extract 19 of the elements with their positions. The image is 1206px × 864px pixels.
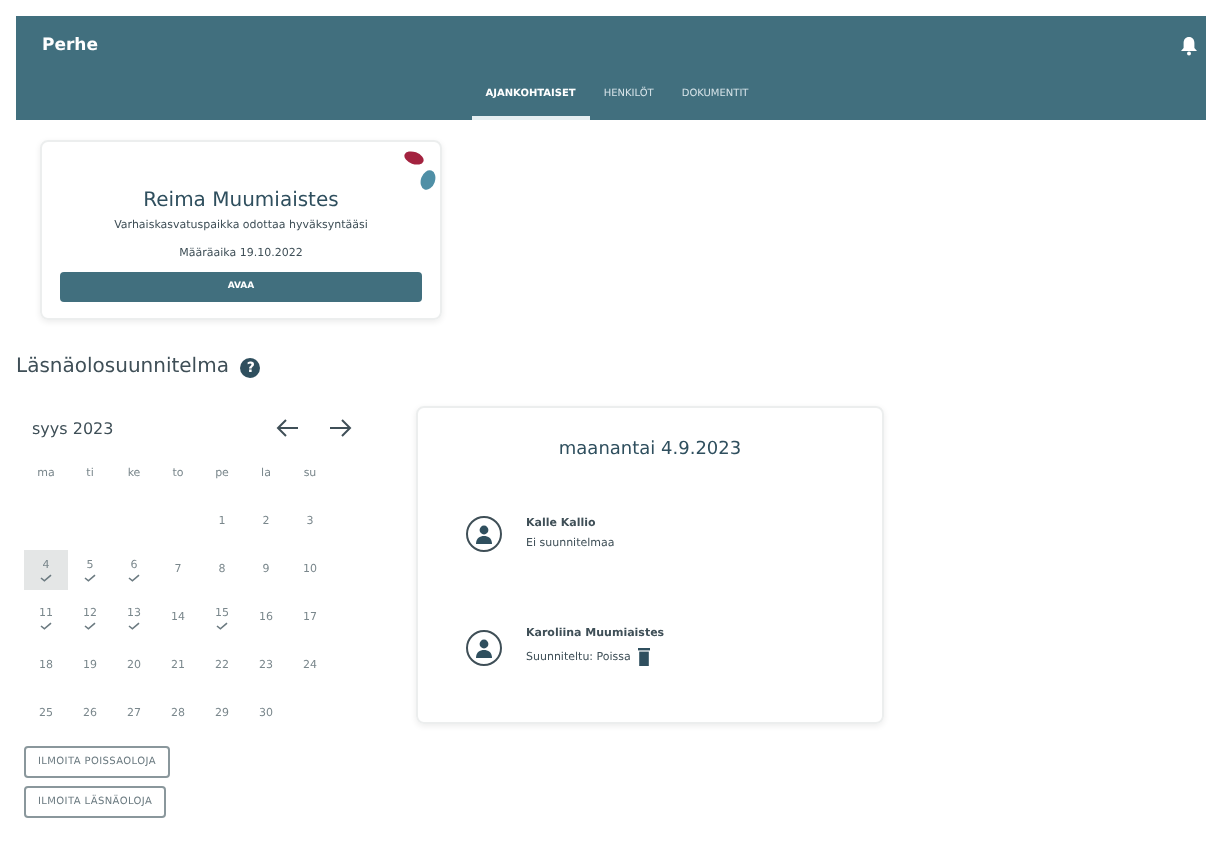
next-arrow-icon[interactable]	[328, 418, 352, 438]
check-icon	[128, 621, 140, 629]
decoration-drawing	[404, 148, 436, 196]
check-icon	[40, 621, 52, 629]
previous-arrow-icon[interactable]	[276, 418, 300, 438]
child-name: Reima Muumiaistes	[143, 190, 339, 212]
month-label: syys 2023	[32, 419, 114, 437]
person-icon	[466, 516, 502, 552]
date-heading: maanantai 4.9.2023	[556, 440, 744, 460]
trash-icon	[638, 648, 651, 666]
section-heading: Läsnäolosuunnitelma	[16, 356, 229, 378]
bell-icon[interactable]	[1180, 36, 1198, 56]
check-icon	[40, 573, 52, 581]
check-icon	[84, 573, 96, 581]
check-icon	[216, 621, 228, 629]
check-icon	[128, 573, 140, 581]
app-title: Perhe	[42, 36, 99, 56]
check-icon	[84, 621, 96, 629]
person-icon	[466, 629, 502, 665]
